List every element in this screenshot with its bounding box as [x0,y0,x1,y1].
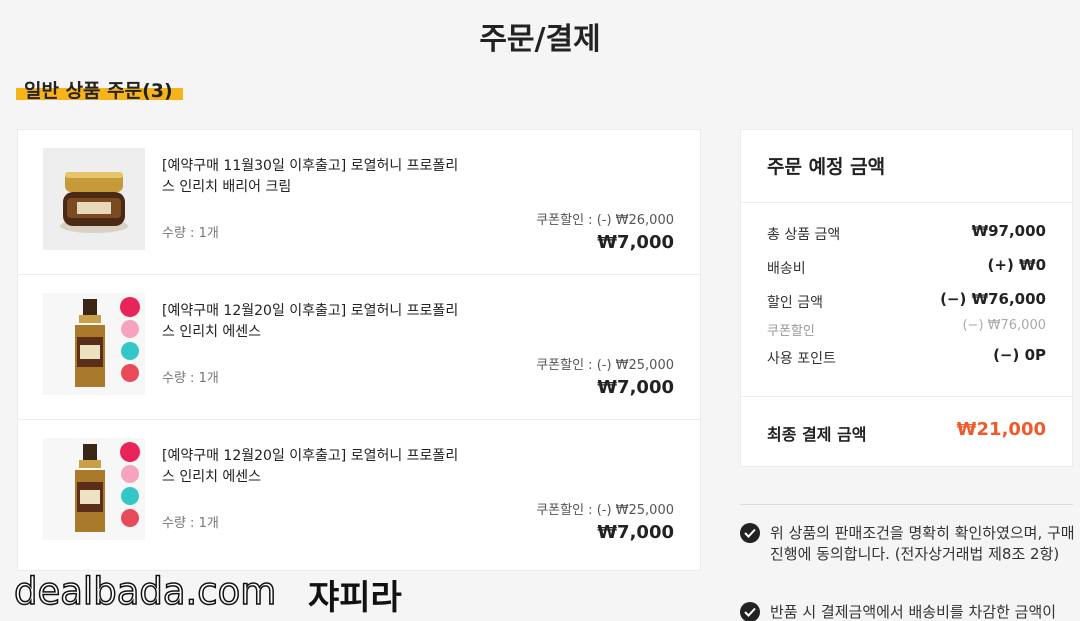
summary-value: (−) ₩76,000 [940,290,1046,308]
page-title: 주문/결제 [479,22,601,57]
summary-label: 총 상품 금액 [767,227,841,243]
agreement-text: 반품 시 결제금액에서 배송비를 차감한 금액이 [770,603,1057,621]
item-name[interactable]: [예약구매 12월20일 이후출고] 로열허니 프로폴리스 인리치 에센스 [162,446,462,488]
summary-value: ₩97,000 [971,222,1046,240]
product-image-essence[interactable] [43,438,145,540]
summary-value: (−) ₩76,000 [962,318,1046,333]
item-quantity: 수량 : 1개 [162,371,219,386]
item-price: ₩7,000 [597,522,674,543]
summary-label: 배송비 [767,261,806,277]
summary-value: (+) ₩0 [987,256,1046,274]
summary-row-total: 총 상품 금액 ₩97,000 [741,222,1072,256]
summary-row-points: 사용 포인트 (−) 0P [741,346,1072,380]
item-price: ₩7,000 [597,232,674,253]
agreement-text: 위 상품의 판매조건을 명확히 확인하였으며, 구매 진행에 동의합니다. (전… [770,524,1075,563]
summary-label: 사용 포인트 [767,351,836,367]
order-item[interactable]: [예약구매 12월20일 이후출고] 로열허니 프로폴리스 인리치 에센스 수량… [18,420,700,565]
item-coupon-discount: 쿠폰할인 : (-) ₩25,000 [536,358,674,373]
item-quantity: 수량 : 1개 [162,516,219,531]
item-price: ₩7,000 [597,377,674,398]
order-item[interactable]: [예약구매 11월30일 이후출고] 로열허니 프로폴리스 인리치 배리어 크림… [18,130,700,275]
final-amount-row: 최종 결제 금액 ₩21,000 [741,396,1072,467]
product-image-essence[interactable] [43,293,145,395]
check-circle-icon[interactable] [740,523,760,543]
summary-row-coupon: 쿠폰할인 (−) ₩76,000 [741,318,1072,346]
item-name[interactable]: [예약구매 12월20일 이후출고] 로열허니 프로폴리스 인리치 에센스 [162,301,462,343]
order-item-list: [예약구매 11월30일 이후출고] 로열허니 프로폴리스 인리치 배리어 크림… [17,129,701,571]
order-summary-panel: 주문 예정 금액 총 상품 금액 ₩97,000 배송비 (+) ₩0 할인 금… [740,129,1073,467]
summary-label: 할인 금액 [767,295,823,311]
check-circle-icon[interactable] [740,602,760,621]
order-item[interactable]: [예약구매 12월20일 이후출고] 로열허니 프로폴리스 인리치 에센스 수량… [18,275,700,420]
section-title: 일반 상품 주문(3) [16,76,183,103]
item-coupon-discount: 쿠폰할인 : (-) ₩26,000 [536,213,674,228]
item-name[interactable]: [예약구매 11월30일 이후출고] 로열허니 프로폴리스 인리치 배리어 크림 [162,156,462,198]
summary-label: 쿠폰할인 [767,324,815,339]
watermark-user: 쟈피라 [308,578,402,618]
item-coupon-discount: 쿠폰할인 : (-) ₩25,000 [536,503,674,518]
divider [740,504,1073,505]
summary-value: (−) 0P [993,346,1046,364]
summary-title: 주문 예정 금액 [741,130,1072,203]
watermark-site: dealbada.com [13,569,277,614]
summary-row-shipping: 배송비 (+) ₩0 [741,256,1072,290]
final-amount-label: 최종 결제 금액 [767,425,867,444]
product-image-cream[interactable] [43,148,145,250]
final-amount-value: ₩21,000 [956,419,1046,440]
item-quantity: 수량 : 1개 [162,226,219,241]
